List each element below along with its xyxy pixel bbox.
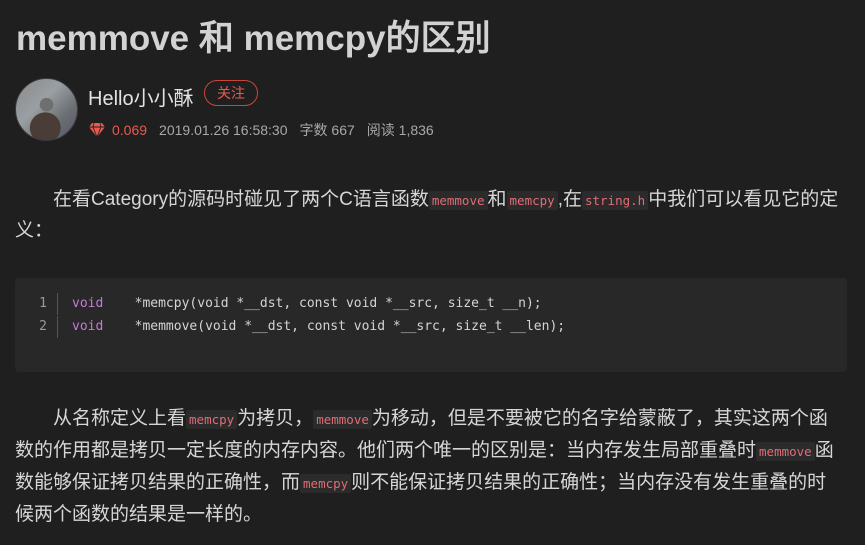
code-line: 2 void *memmove(void *__dst, const void *… bbox=[15, 316, 565, 338]
inline-code-string-h: string.h bbox=[581, 191, 649, 210]
article-meta: 0.069 2019.01.26 16:58:30 字数 667 阅读 1,83… bbox=[88, 120, 446, 140]
diamond-icon bbox=[89, 122, 105, 138]
paragraph-explanation: 从名称定义上看 memcpy 为拷贝， memmove 为移动，但是不要被它的名字给蒙蔽… bbox=[15, 408, 834, 525]
inline-code-memmove: memmove bbox=[756, 442, 815, 461]
line-number: 1 bbox=[15, 293, 58, 315]
author-score: 0.069 bbox=[112, 122, 148, 138]
inline-code-memmove: memmove bbox=[428, 191, 488, 210]
author-name[interactable]: Hello小小酥 bbox=[88, 82, 194, 111]
paragraph-intro: 在看Category的源码时碰见了两个C语言函数 memmove 和 memcpy ,在… bbox=[15, 189, 839, 241]
read-count: 阅读 1,836 bbox=[366, 122, 434, 138]
follow-button[interactable]: 关注 bbox=[204, 80, 258, 106]
code-block[interactable]: 1 void *memcpy(void *__dst, const void *_… bbox=[15, 278, 847, 372]
article-title: memmove 和 memcpy的区别 bbox=[16, 19, 491, 58]
line-number: 2 bbox=[15, 316, 58, 338]
inline-code-memcpy: memcpy bbox=[506, 191, 558, 210]
inline-code-memcpy: memcpy bbox=[186, 410, 238, 429]
word-count: 字数 667 bbox=[299, 122, 355, 138]
inline-code-memcpy: memcpy bbox=[300, 474, 352, 493]
avatar[interactable] bbox=[15, 78, 78, 141]
inline-code-memmove: memmove bbox=[313, 410, 372, 429]
code-line: 1 void *memcpy(void *__dst, const void *_… bbox=[15, 293, 542, 315]
publish-date: 2019.01.26 16:58:30 bbox=[159, 122, 288, 138]
